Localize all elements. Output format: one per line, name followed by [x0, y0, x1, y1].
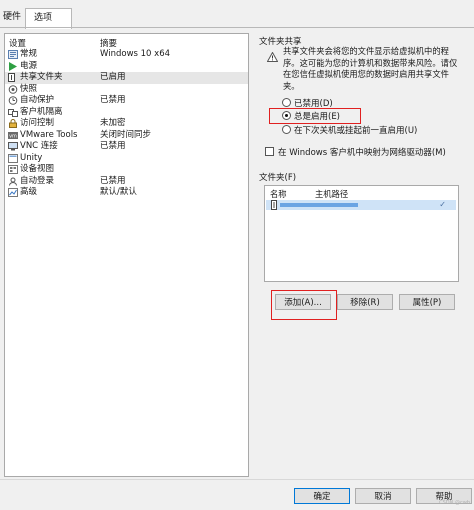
advanced-icon — [8, 188, 18, 197]
column-header-host-path[interactable]: 主机路径 — [315, 188, 348, 200]
list-item-autologin[interactable]: 自动登录 已禁用 — [5, 176, 248, 188]
list-item-isolation[interactable]: 客户机隔离 — [5, 107, 248, 119]
cancel-button[interactable]: 取消 — [355, 488, 411, 504]
table-row[interactable]: ✓ — [266, 200, 456, 210]
warning-icon — [267, 52, 278, 62]
add-button[interactable]: 添加(A)... — [275, 294, 331, 310]
list-item-label: 快照 — [20, 83, 38, 94]
list-item-vmware-tools[interactable]: vm VMware Tools 关闭时间同步 — [5, 130, 248, 142]
list-item-summary: Windows 10 x64 — [100, 49, 171, 59]
map-network-drive-checkbox[interactable]: 在 Windows 客户机中映射为网络驱动器(M) — [265, 146, 446, 159]
list-item-label: 自动保护 — [20, 95, 55, 105]
device-view-icon — [8, 165, 18, 174]
list-item-unity[interactable]: Unity — [5, 153, 248, 165]
folder-icon — [270, 200, 278, 213]
radio-indicator — [282, 111, 291, 120]
folders-table: 名称 主机路径 ✓ — [264, 185, 459, 282]
list-item-access-control[interactable]: 访问控制 未加密 — [5, 118, 248, 130]
unity-icon — [8, 153, 18, 163]
list-item-autoprotect[interactable]: 自动保护 已禁用 — [5, 95, 248, 107]
list-item-label: 电源 — [20, 60, 38, 71]
list-item-label: 访问控制 — [20, 118, 55, 128]
list-item-summary: 默认/默认 — [100, 187, 137, 197]
properties-button[interactable]: 属性(P) — [399, 294, 455, 310]
radio-disabled[interactable]: 已禁用(D) — [282, 97, 333, 109]
list-item-label: 客户机隔离 — [20, 106, 63, 117]
list-item-summary: 未加密 — [100, 118, 126, 128]
column-header-name[interactable]: 名称 — [270, 188, 287, 200]
list-item-label: 共享文件夹 — [20, 72, 63, 82]
list-item-summary: 已禁用 — [100, 95, 126, 105]
watermark: CSDN @cwb — [439, 500, 470, 506]
list-item-power[interactable]: 电源 — [5, 61, 248, 73]
radio-label: 总是启用(E) — [294, 112, 341, 122]
sharing-warning-text: 共享文件夹会将您的文件显示给虚拟机中的程序。这可能为您的计算机和数据带来风险。请… — [283, 46, 458, 91]
general-icon — [8, 50, 18, 59]
list-item-summary: 已禁用 — [100, 175, 126, 186]
checkbox-indicator — [265, 147, 274, 156]
ok-button[interactable]: 确定 — [294, 488, 350, 504]
autologin-icon — [8, 177, 18, 186]
tab-hardware[interactable]: 硬件 — [0, 8, 28, 27]
isolation-icon — [8, 108, 18, 117]
list-item-label: Unity — [20, 152, 43, 163]
list-item-label: VMware Tools — [20, 129, 78, 140]
remove-button[interactable]: 移除(R) — [337, 294, 393, 310]
vmware-tools-icon: vm — [8, 131, 18, 140]
redacted-path — [280, 203, 358, 207]
list-item-device-view[interactable]: 设备视图 — [5, 164, 248, 176]
shared-folder-icon — [8, 73, 18, 82]
list-item-summary: 已启用 — [100, 72, 126, 82]
checkbox-label: 在 Windows 客户机中映射为网络驱动器(M) — [278, 148, 446, 158]
radio-until-poweroff[interactable]: 在下次关机或挂起前一直启用(U) — [282, 124, 418, 136]
radio-always-enabled[interactable]: 总是启用(E) — [282, 110, 341, 122]
list-item-label: 高级 — [20, 187, 38, 197]
vnc-icon — [8, 142, 18, 151]
power-icon — [8, 61, 18, 71]
list-item-label: VNC 连接 — [20, 141, 58, 151]
list-item-shared-folders[interactable]: 共享文件夹 已启用 — [5, 72, 248, 84]
radio-indicator — [282, 125, 291, 134]
snapshot-icon — [8, 84, 18, 94]
tab-options[interactable]: 选项 — [25, 8, 72, 29]
list-item-vnc[interactable]: VNC 连接 已禁用 — [5, 141, 248, 153]
list-item-summary: 关闭时间同步 — [100, 129, 152, 140]
list-item-label: 设备视图 — [20, 164, 55, 174]
footer-divider — [0, 479, 474, 480]
access-control-icon — [8, 119, 18, 128]
settings-list: 设置 摘要 常规 Windows 10 x64 电源 共享文件夹 已启用 快照 … — [4, 33, 249, 477]
folders-group-title: 文件夹(F) — [259, 173, 297, 183]
list-item-general[interactable]: 常规 Windows 10 x64 — [5, 49, 248, 61]
column-header-summary[interactable]: 摘要 — [100, 37, 117, 49]
column-header-setting[interactable]: 设置 — [9, 37, 26, 49]
list-item-snapshots[interactable]: 快照 — [5, 84, 248, 96]
list-item-label: 常规 — [20, 49, 38, 59]
autoprotect-icon — [8, 96, 18, 105]
list-item-label: 自动登录 — [20, 175, 55, 186]
checkmark-icon: ✓ — [439, 200, 446, 209]
radio-indicator — [282, 98, 291, 107]
svg-text:vm: vm — [9, 133, 17, 139]
tab-bar: 硬件 选项 — [0, 8, 474, 29]
list-item-advanced[interactable]: 高级 默认/默认 — [5, 187, 248, 199]
tab-divider — [0, 27, 474, 28]
radio-label: 在下次关机或挂起前一直启用(U) — [294, 126, 418, 136]
list-item-summary: 已禁用 — [100, 141, 126, 151]
